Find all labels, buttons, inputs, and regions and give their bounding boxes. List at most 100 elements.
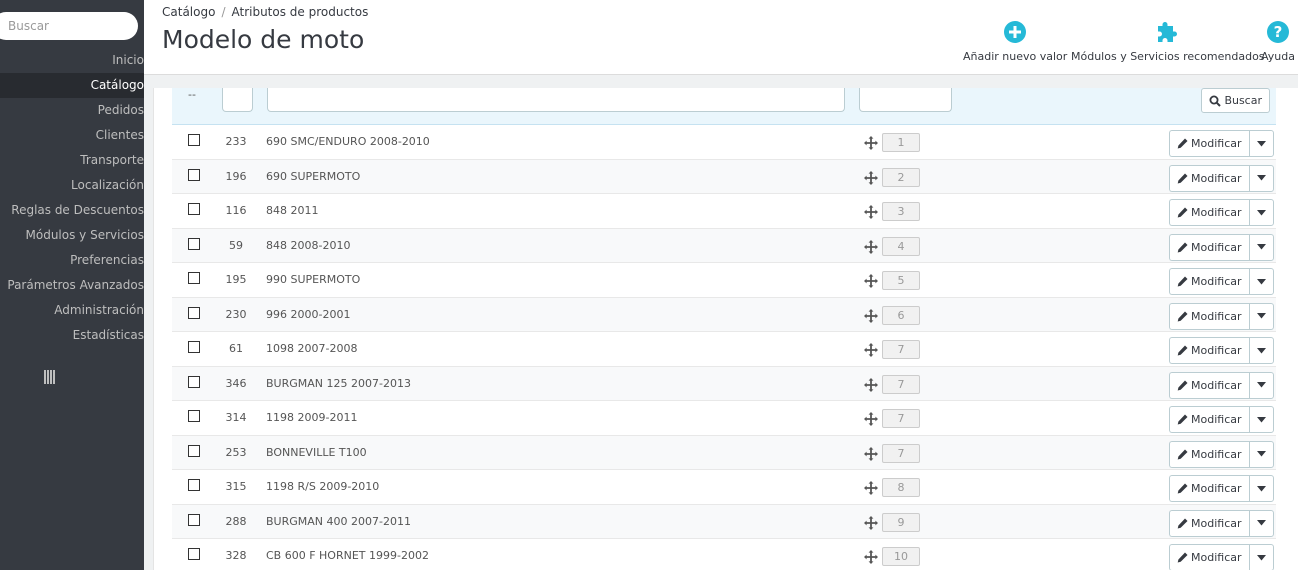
breadcrumb-attributes[interactable]: Atributos de productos [231, 5, 368, 19]
edit-button[interactable]: Modificar [1169, 233, 1249, 261]
table-row: 315 1198 R/S 2009-2010 8 Modificar [172, 470, 1276, 505]
page-title: Modelo de moto [162, 25, 365, 54]
table-row: 116 848 2011 3 Modificar [172, 194, 1276, 229]
edit-button[interactable]: Modificar [1169, 544, 1249, 570]
edit-button[interactable]: Modificar [1169, 406, 1249, 433]
row-checkbox[interactable] [188, 444, 200, 457]
row-checkbox[interactable] [188, 410, 200, 422]
row-actions-dropdown[interactable] [1248, 475, 1274, 502]
pencil-icon [1177, 345, 1188, 356]
sidebar-item-9[interactable]: Parámetros Avanzados [0, 273, 144, 298]
edit-button[interactable]: Modificar [1169, 440, 1249, 468]
row-actions-dropdown[interactable] [1248, 268, 1274, 295]
row-checkbox[interactable] [188, 134, 200, 146]
row-id: 315 [225, 480, 247, 493]
row-checkbox[interactable] [188, 306, 200, 319]
drag-handle-icon[interactable] [864, 411, 878, 426]
drag-handle-icon[interactable] [864, 135, 878, 150]
row-position: 7 [882, 443, 920, 463]
edit-button[interactable]: Modificar [1169, 164, 1249, 192]
drag-handle-icon[interactable] [864, 342, 878, 357]
pencil-icon [1177, 311, 1188, 322]
row-checkbox[interactable] [188, 272, 200, 284]
sidebar-item-0[interactable]: Inicio [0, 48, 144, 73]
drag-handle-icon[interactable] [864, 273, 878, 288]
row-actions-dropdown[interactable] [1248, 406, 1274, 433]
collapse-sidebar-icon[interactable] [44, 370, 56, 384]
caret-down-icon [1256, 520, 1266, 526]
sidebar-item-3[interactable]: Clientes [0, 123, 144, 148]
filter-id-input[interactable] [222, 88, 253, 112]
drag-handle-icon[interactable] [864, 239, 878, 254]
row-checkbox[interactable] [188, 237, 200, 250]
sidebar-item-11[interactable]: Estadísticas [0, 323, 144, 348]
row-actions-dropdown[interactable] [1248, 233, 1274, 261]
sidebar-item-6[interactable]: Reglas de Descuentos [0, 198, 144, 223]
drag-handle-icon[interactable] [864, 480, 878, 495]
row-actions-dropdown[interactable] [1248, 440, 1274, 468]
drag-handle-icon[interactable] [864, 170, 878, 185]
row-checkbox[interactable] [188, 513, 200, 526]
edit-button[interactable]: Modificar [1169, 268, 1249, 295]
sidebar-search-input[interactable] [0, 12, 138, 40]
sidebar-item-4[interactable]: Transporte [0, 148, 144, 173]
row-checkbox[interactable] [188, 375, 200, 388]
row-checkbox[interactable] [188, 203, 200, 215]
row-actions: Modificar [1169, 371, 1274, 399]
row-position: 2 [882, 167, 920, 187]
drag-handle-icon[interactable] [864, 308, 878, 323]
sidebar-item-1[interactable]: Catálogo [0, 73, 144, 98]
row-checkbox[interactable] [188, 341, 200, 353]
edit-button[interactable]: Modificar [1169, 199, 1249, 226]
row-position: 5 [882, 271, 920, 290]
row-id: 61 [229, 342, 243, 355]
edit-button[interactable]: Modificar [1169, 337, 1249, 364]
sidebar-item-label: Preferencias [70, 253, 144, 267]
drag-handle-icon[interactable] [864, 377, 878, 392]
edit-button[interactable]: Modificar [1169, 371, 1249, 399]
breadcrumb-catalog[interactable]: Catálogo [162, 5, 215, 19]
row-checkbox[interactable] [188, 479, 200, 491]
row-actions-dropdown[interactable] [1248, 130, 1274, 157]
recommended-modules-button[interactable]: Módulos y Servicios recomendados [1071, 20, 1265, 63]
row-id: 253 [225, 445, 247, 459]
pencil-icon [1177, 242, 1188, 253]
row-checkbox[interactable] [188, 548, 200, 560]
row-actions-dropdown[interactable] [1248, 371, 1274, 399]
sidebar-item-2[interactable]: Pedidos [0, 98, 144, 123]
add-new-value-button[interactable]: Añadir nuevo valor [963, 20, 1067, 63]
sidebar-item-label: Reglas de Descuentos [11, 203, 144, 217]
row-actions-dropdown[interactable] [1248, 302, 1274, 330]
row-actions-dropdown[interactable] [1248, 544, 1274, 570]
drag-handle-icon[interactable] [864, 549, 878, 564]
row-actions-dropdown[interactable] [1248, 509, 1274, 537]
edit-button[interactable]: Modificar [1169, 509, 1249, 537]
help-button[interactable]: ? Ayuda [1261, 20, 1295, 63]
help-icon: ? [1266, 21, 1289, 43]
row-name: BURGMAN 400 2007-2011 [266, 514, 411, 528]
filter-position-input[interactable] [859, 88, 952, 112]
drag-handle-icon[interactable] [864, 204, 878, 219]
edit-label: Modificar [1191, 516, 1242, 530]
drag-handle-icon[interactable] [864, 446, 878, 461]
row-actions-dropdown[interactable] [1248, 337, 1274, 364]
sidebar-item-8[interactable]: Preferencias [0, 248, 144, 273]
filter-search-button[interactable]: Buscar [1201, 88, 1270, 113]
row-id: 59 [229, 238, 243, 252]
row-id: 314 [225, 411, 247, 424]
sidebar-item-10[interactable]: Administración [0, 298, 144, 323]
caret-down-icon [1256, 140, 1266, 147]
edit-button[interactable]: Modificar [1169, 130, 1249, 157]
row-name: CB 600 F HORNET 1999-2002 [266, 549, 429, 562]
row-position: 1 [882, 133, 920, 152]
edit-button[interactable]: Modificar [1169, 475, 1249, 502]
row-position: 8 [882, 478, 920, 497]
row-actions-dropdown[interactable] [1248, 164, 1274, 192]
edit-button[interactable]: Modificar [1169, 302, 1249, 330]
drag-handle-icon[interactable] [864, 515, 878, 530]
sidebar-item-5[interactable]: Localización [0, 173, 144, 198]
row-checkbox[interactable] [188, 168, 200, 181]
sidebar-item-7[interactable]: Módulos y Servicios [0, 223, 144, 248]
filter-name-input[interactable] [267, 88, 845, 112]
row-actions-dropdown[interactable] [1248, 199, 1274, 226]
